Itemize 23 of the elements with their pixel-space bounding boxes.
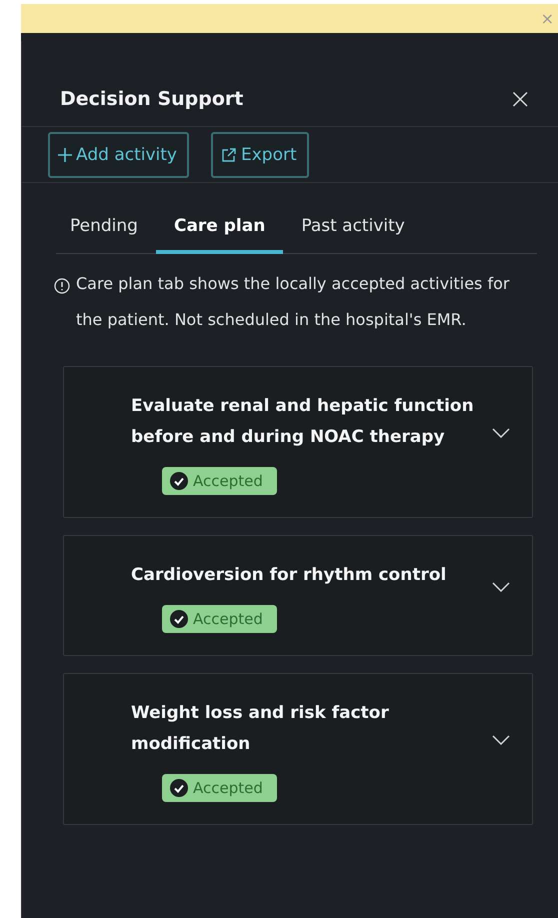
tab[interactable]: Pending [56, 216, 152, 254]
check-circle-icon [170, 610, 188, 628]
plus-icon [58, 148, 72, 162]
info-icon [54, 278, 70, 294]
chevron-icon[interactable] [492, 735, 510, 745]
status-badge: Accepted [162, 467, 277, 495]
close-button[interactable]: × [504, 82, 536, 115]
status-badge: Accepted [162, 774, 277, 802]
add-button[interactable]: Add activity [48, 132, 189, 178]
tab[interactable]: Past activity [287, 216, 419, 254]
export-button[interactable]: Export [210, 132, 309, 178]
activity-title: Weight loss and risk factor modification [131, 702, 390, 756]
chevron-icon[interactable] [492, 428, 510, 438]
status-badge: Accepted [162, 605, 277, 633]
chevron-icon[interactable] [492, 582, 510, 592]
check-circle-icon [170, 472, 188, 490]
check-circle-icon [170, 779, 188, 797]
info-text: Care plan tab shows the locally accepted activities for the patient. Not scheduled in the hospital's EMR. [76, 273, 510, 331]
panel-title: Decision Support [60, 88, 244, 110]
tab[interactable]: Care plan [156, 216, 284, 254]
activity-title: Evaluate renal and hepatic function before and during NOAC therapy [131, 395, 475, 449]
external-link-icon [220, 147, 237, 163]
activity-title: Cardioversion for rhythm control [131, 564, 446, 587]
